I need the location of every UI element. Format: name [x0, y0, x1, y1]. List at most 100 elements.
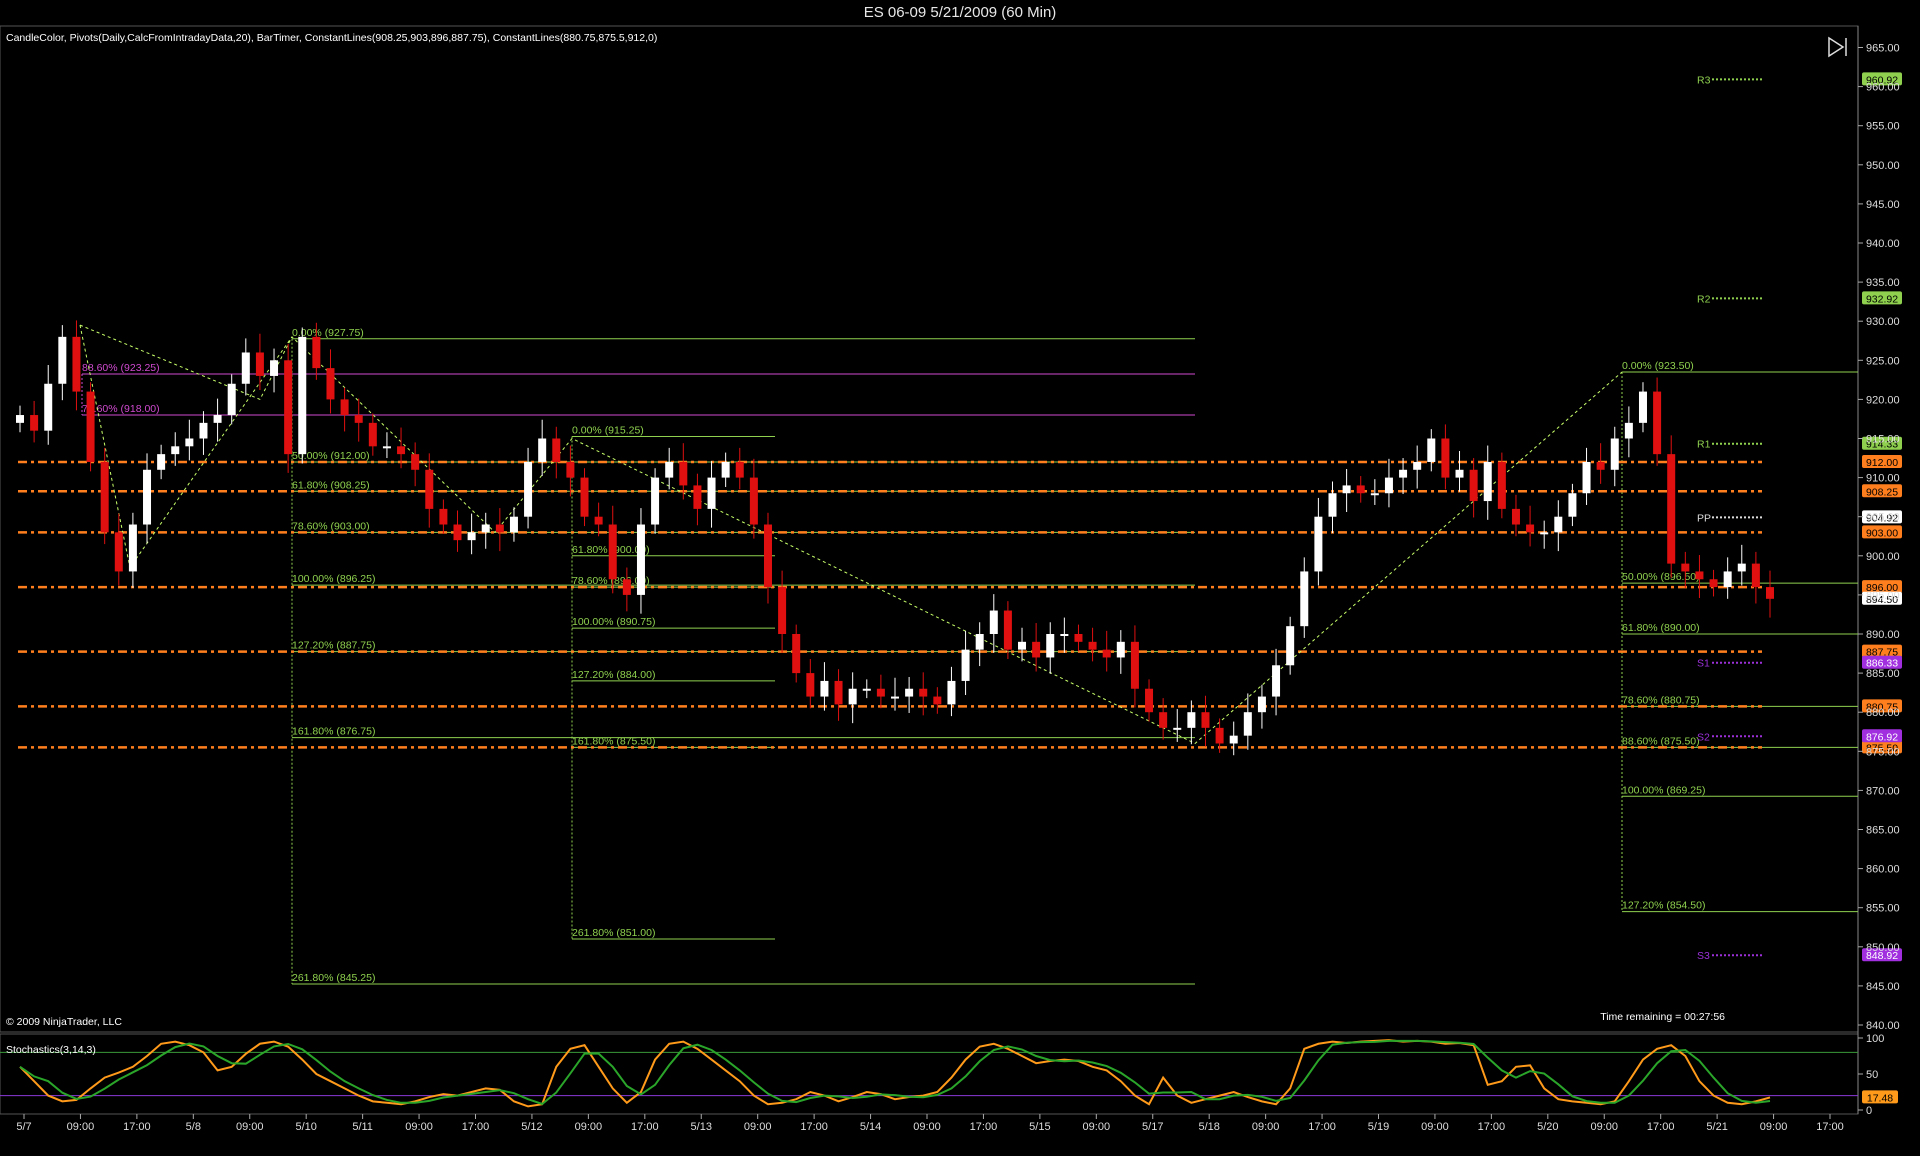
scroll-to-end-icon[interactable] — [1826, 36, 1850, 58]
x-tick-label: 5/18 — [1198, 1121, 1219, 1133]
fibonacci-levels: 88.60% (923.25)78.60% (918.00)0.00% (927… — [81, 327, 1858, 985]
candle-body — [891, 696, 899, 699]
fib-level-label: 78.60% (903.00) — [292, 520, 370, 532]
candle-body — [735, 461, 744, 478]
x-tick-label: 09:00 — [1421, 1121, 1449, 1133]
candle-body — [651, 477, 660, 525]
candle-body — [848, 688, 857, 705]
candle-body — [157, 454, 166, 470]
pivot-label: 876.92 — [1866, 731, 1898, 743]
candle-body — [1653, 391, 1662, 455]
y-tick-label: 890.00 — [1866, 629, 1900, 641]
candle-body — [608, 524, 617, 580]
candle-body — [1257, 696, 1266, 713]
candle-body — [1018, 641, 1027, 650]
candle-body — [1088, 641, 1097, 650]
time-axis: 5/7 09:00 17:00 5/8 09:00 5/10 5/11 09:00 17:00 5… — [16, 1114, 1844, 1133]
candle-body — [1272, 665, 1281, 697]
candle-body — [213, 415, 222, 423]
x-tick-label: 09:00 — [1083, 1121, 1111, 1133]
candle-body — [298, 336, 307, 455]
candle-body — [721, 461, 730, 478]
candle-body — [86, 391, 95, 462]
fib-level-label: 100.00% (890.75) — [572, 616, 655, 628]
candle-body — [566, 461, 575, 478]
candle-body — [1060, 634, 1069, 636]
x-tick-label: 5/13 — [691, 1121, 712, 1133]
y-tick-label: 845.00 — [1866, 981, 1900, 993]
candle-body — [1638, 391, 1647, 423]
candle-body — [1229, 735, 1238, 744]
candle-body — [1356, 485, 1365, 494]
candle-body — [580, 477, 589, 517]
constant-lines: 912.00908.25903.00896.00887.75880.75875.… — [18, 454, 1902, 754]
candle-body — [143, 469, 152, 525]
candle-body — [1469, 469, 1478, 502]
x-tick-label: 17:00 — [631, 1121, 659, 1133]
x-tick-label: 17:00 — [1308, 1121, 1336, 1133]
candle-body — [1102, 649, 1111, 658]
y-tick-label: 860.00 — [1866, 864, 1900, 876]
candle-body — [665, 461, 674, 478]
fib-level-label: 0.00% (915.25) — [572, 425, 644, 437]
candle-body — [862, 688, 871, 691]
x-tick-label: 5/19 — [1368, 1121, 1389, 1133]
candle-body — [16, 415, 24, 423]
pivot-name: S1 — [1697, 658, 1710, 670]
candle-body — [100, 461, 109, 533]
x-tick-label: 5/20 — [1537, 1121, 1558, 1133]
candle-body — [792, 634, 801, 674]
candle-body — [1201, 712, 1210, 728]
candle-body — [1399, 469, 1408, 478]
candle-body — [439, 508, 448, 525]
candle-body — [1596, 461, 1605, 470]
pivot-name: R2 — [1697, 293, 1711, 305]
y-tick-label: 950.00 — [1866, 160, 1900, 172]
x-tick-label: 17:00 — [1478, 1121, 1506, 1133]
fib-level-label: 88.60% (875.50) — [1622, 735, 1700, 747]
stochastics-panel: 100 50 017.48 — [0, 1033, 1898, 1117]
x-tick-label: 5/15 — [1029, 1121, 1050, 1133]
x-tick-label: 09:00 — [744, 1121, 772, 1133]
x-tick-label: 17:00 — [970, 1121, 998, 1133]
candle-body — [1286, 626, 1295, 666]
y-tick-label: 930.00 — [1866, 316, 1900, 328]
candle-body — [1328, 493, 1337, 517]
candle-body — [1032, 641, 1041, 658]
candle-body — [425, 469, 434, 509]
fib-level-label: 88.60% (923.25) — [82, 362, 160, 374]
candle-body — [636, 524, 645, 595]
x-tick-label: 5/10 — [295, 1121, 316, 1133]
candle-body — [411, 454, 420, 470]
x-tick-label: 5/12 — [521, 1121, 542, 1133]
candle-body — [1568, 493, 1577, 517]
candle-body — [1187, 712, 1196, 728]
y-tick-label: 870.00 — [1866, 785, 1900, 797]
x-tick-label: 17:00 — [1816, 1121, 1844, 1133]
price-panel-border — [0, 25, 1859, 1033]
bar-timer-text: Time remaining = 00:27:56 — [1600, 1011, 1725, 1023]
zigzag-line — [79, 325, 1623, 745]
candle-body — [1695, 571, 1704, 580]
x-tick-label: 17:00 — [1647, 1121, 1675, 1133]
candle-body — [1215, 727, 1224, 744]
candle-body — [975, 634, 984, 650]
y-tick-label: 895.00 — [1866, 590, 1900, 602]
candle-body — [128, 524, 137, 572]
candle-body — [72, 336, 81, 392]
pivot-name: R1 — [1697, 439, 1711, 451]
candle-body — [1243, 712, 1252, 736]
fib-level-label: 127.20% (854.50) — [1622, 900, 1705, 912]
candle-body — [989, 610, 998, 634]
candle-body — [1046, 634, 1055, 658]
fib-level-label: 61.80% (890.00) — [1622, 622, 1700, 634]
candle-body — [1723, 571, 1732, 588]
stoch-tick-label: 100 — [1866, 1033, 1884, 1045]
candle-body — [495, 524, 504, 533]
candle-body — [961, 649, 970, 681]
candle-body — [1003, 610, 1012, 650]
candle-body — [820, 680, 829, 697]
candle-body — [876, 688, 885, 697]
fib-level-label: 0.00% (923.50) — [1622, 360, 1694, 372]
candle-body — [778, 587, 787, 634]
